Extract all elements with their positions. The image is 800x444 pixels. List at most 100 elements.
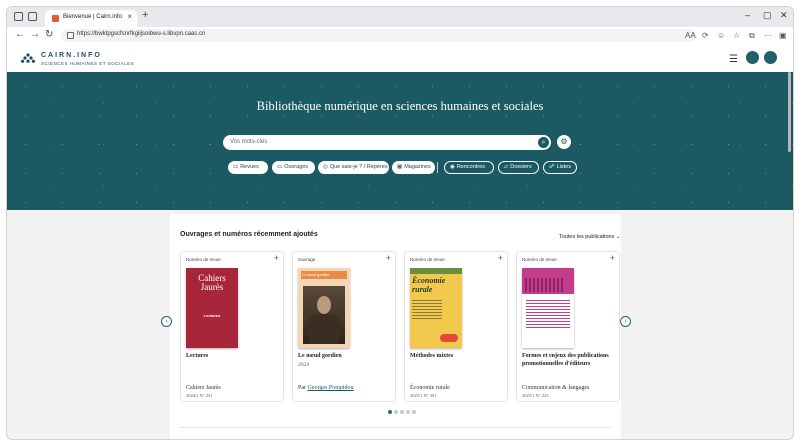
section-divider bbox=[180, 427, 611, 428]
carousel-pagination bbox=[388, 410, 418, 415]
filter-label: Revues bbox=[240, 164, 259, 170]
collections-icon[interactable]: ⧉ bbox=[749, 31, 755, 41]
profile-icon[interactable] bbox=[14, 12, 23, 21]
close-window-button[interactable]: ✕ bbox=[780, 10, 788, 21]
recent-section: Ouvrages et numéros récemment ajoutés To… bbox=[170, 214, 621, 439]
main-content: Ouvrages et numéros récemment ajoutés To… bbox=[7, 210, 793, 439]
list-icon: ☍ bbox=[549, 164, 555, 170]
card-title[interactable]: Formes et enjeux des publications promot… bbox=[522, 353, 618, 368]
dossiers-link[interactable]: ▱ Dossiers bbox=[498, 161, 539, 174]
publication-card[interactable]: Numéro de revue + Économie rurale Méthod… bbox=[404, 251, 508, 402]
add-to-list-icon[interactable]: + bbox=[386, 253, 391, 263]
publication-card[interactable]: Numéro de revue + Cahiers Jaurès Lecture… bbox=[180, 251, 284, 402]
card-type-label: Numéro de revue bbox=[186, 257, 221, 262]
card-type-label: Numéro de revue bbox=[522, 257, 557, 262]
cairn-logo-icon[interactable] bbox=[21, 53, 35, 63]
folder-icon: ▱ bbox=[504, 164, 509, 170]
card-issue: 2025/1 N° 223 bbox=[522, 393, 549, 398]
cover-image[interactable]: Cahiers Jaurès Lectures bbox=[186, 268, 238, 348]
tab-bar: Bienvenue | Cairn.info × + – ▢ ✕ bbox=[7, 7, 793, 27]
chevron-down-icon: ⌄ bbox=[615, 234, 621, 240]
emoji-icon[interactable]: ☺ bbox=[717, 31, 725, 40]
link-label: Listes bbox=[556, 164, 571, 170]
publication-card[interactable]: Numéro de revue + Formes et enjeux des p… bbox=[516, 251, 620, 402]
more-icon[interactable]: ··· bbox=[764, 31, 772, 40]
add-to-list-icon[interactable]: + bbox=[274, 253, 279, 263]
back-button[interactable]: ← bbox=[15, 29, 25, 40]
carousel-dot[interactable] bbox=[406, 410, 410, 414]
card-issue: 2024/1 N° 251 bbox=[186, 393, 213, 398]
card-source[interactable]: Communication & langages bbox=[522, 385, 589, 391]
card-issue: 2025/1 N° 391 bbox=[410, 393, 437, 398]
publication-card[interactable]: Ouvrage + Le nœud gordien Le nœud gordie… bbox=[292, 251, 396, 402]
aa-icon[interactable]: A͏A bbox=[685, 31, 696, 40]
carousel-dot[interactable] bbox=[412, 410, 416, 414]
carousel-next-button[interactable]: › bbox=[620, 316, 631, 327]
carousel-prev-button[interactable]: ‹ bbox=[161, 316, 172, 327]
cover-title: Économie rurale bbox=[412, 276, 446, 294]
link-label: Dossiers bbox=[510, 164, 532, 170]
carousel-dot[interactable] bbox=[388, 410, 392, 414]
journal-icon: ▭ bbox=[233, 164, 239, 170]
carousel-dot[interactable] bbox=[394, 410, 398, 414]
portrait-body bbox=[309, 314, 339, 344]
cover-title: Cahiers Jaurès bbox=[198, 273, 226, 292]
add-to-list-icon[interactable]: + bbox=[498, 253, 503, 263]
card-year: 2024 bbox=[298, 362, 309, 368]
page-scrollbar[interactable] bbox=[788, 72, 791, 152]
minimize-button[interactable]: – bbox=[745, 10, 750, 20]
institution-icon[interactable] bbox=[746, 51, 759, 64]
card-title[interactable]: Lectures bbox=[186, 353, 282, 361]
card-type-label: Numéro de revue bbox=[410, 257, 445, 262]
listes-link[interactable]: ☍ Listes bbox=[543, 161, 577, 174]
card-type-label: Ouvrage bbox=[298, 257, 316, 262]
reload-button[interactable]: ↻ bbox=[45, 29, 53, 40]
tab-actions-icon[interactable] bbox=[28, 12, 37, 21]
add-to-list-icon[interactable]: + bbox=[610, 253, 615, 263]
cover-text-block bbox=[526, 298, 570, 328]
filter-magazines-button[interactable]: ▦ Magazines bbox=[392, 161, 435, 174]
magazine-icon: ▦ bbox=[397, 164, 403, 170]
search-input[interactable]: Vos mots-clés ⌕ bbox=[223, 135, 551, 150]
url-field[interactable]: https://bwktpgscfsnrfkgiijsoibwu-s.libvp… bbox=[61, 29, 697, 42]
rencontres-link[interactable]: ◉ Rencontres bbox=[444, 161, 494, 174]
new-tab-button[interactable]: + bbox=[142, 9, 148, 21]
site-header: CAIRN.INFO SCIENCES HUMAINES ET SOCIALES… bbox=[7, 45, 793, 72]
apps-grid-icon[interactable] bbox=[764, 51, 777, 64]
forward-button[interactable]: → bbox=[30, 29, 40, 40]
search-icon[interactable]: ⌕ bbox=[538, 137, 549, 148]
filter-bar: ▭ Revues ▭ Ouvrages ◎ Que sais-je ? / Repèr… bbox=[7, 161, 793, 175]
maximize-button[interactable]: ▢ bbox=[763, 10, 772, 21]
star-icon[interactable]: ☆ bbox=[733, 31, 740, 40]
menu-icon[interactable]: ☰ bbox=[729, 54, 738, 65]
author-link[interactable]: Georges Pompidou bbox=[308, 385, 354, 391]
author-portrait bbox=[303, 286, 345, 344]
extension-icon[interactable]: ⟳ bbox=[702, 31, 709, 40]
card-source[interactable]: Cahiers Jaurès bbox=[186, 385, 221, 391]
logo-text[interactable]: CAIRN.INFO bbox=[41, 52, 102, 59]
all-publications-link[interactable]: Toutes les publications ⌄ bbox=[559, 234, 620, 240]
filter-divider bbox=[437, 162, 438, 173]
browser-window: Bienvenue | Cairn.info × + – ▢ ✕ ← → ↻ h… bbox=[6, 6, 794, 440]
tab-close-button[interactable]: × bbox=[127, 12, 132, 21]
filter-que-sais-je-button[interactable]: ◎ Que sais-je ? / Repères bbox=[318, 161, 389, 174]
card-source[interactable]: Économie rurale bbox=[410, 385, 450, 391]
card-title[interactable]: Le nœud gordien bbox=[298, 353, 394, 361]
book-icon: ▭ bbox=[277, 164, 283, 170]
advanced-search-icon[interactable]: ⚙ bbox=[557, 135, 571, 149]
filter-label: Que sais-je ? / Repères bbox=[329, 164, 388, 170]
cover-image[interactable]: Économie rurale bbox=[410, 268, 462, 348]
filter-ouvrages-button[interactable]: ▭ Ouvrages bbox=[272, 161, 315, 174]
search-placeholder: Vos mots-clés bbox=[230, 139, 268, 145]
filter-label: Ouvrages bbox=[284, 164, 309, 170]
filter-revues-button[interactable]: ▭ Revues bbox=[228, 161, 268, 174]
sidebar-icon[interactable]: ▣ bbox=[779, 31, 787, 40]
card-title[interactable]: Méthodes mixtes bbox=[410, 353, 506, 361]
cover-image[interactable]: Le nœud gordien bbox=[298, 268, 350, 348]
cover-image[interactable] bbox=[522, 268, 574, 348]
card-author: Par Georges Pompidou bbox=[298, 385, 354, 391]
carousel-dot[interactable] bbox=[400, 410, 404, 414]
lock-icon bbox=[67, 32, 74, 39]
all-publications-label: Toutes les publications bbox=[559, 234, 615, 240]
browser-tab[interactable]: Bienvenue | Cairn.info × bbox=[45, 10, 137, 27]
